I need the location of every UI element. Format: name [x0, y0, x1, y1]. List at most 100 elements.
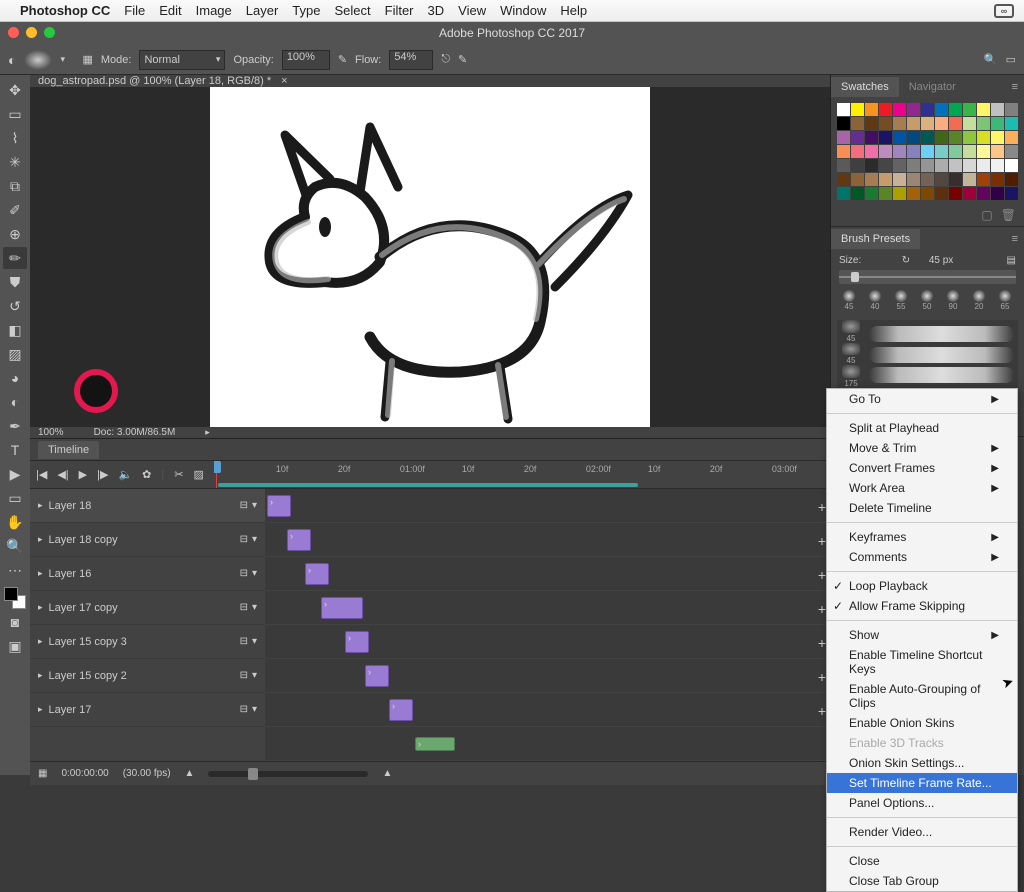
swatch[interactable]: [977, 187, 990, 200]
search-icon[interactable]: 🔍: [984, 53, 998, 66]
brush-tool[interactable]: ✏: [3, 247, 27, 269]
swatch[interactable]: [963, 131, 976, 144]
eyedropper-tool[interactable]: ✐: [3, 199, 27, 221]
blend-mode-select[interactable]: Normal▾: [139, 50, 225, 70]
swatch[interactable]: [837, 117, 850, 130]
swatch[interactable]: [865, 187, 878, 200]
timeline-track[interactable]: +: [265, 625, 830, 659]
timeline-clip[interactable]: [267, 495, 291, 517]
swatch[interactable]: [977, 159, 990, 172]
timeline-clip[interactable]: [389, 699, 413, 721]
timeline-layer-row[interactable]: ▸Layer 15 copy 3⊟▾: [30, 625, 265, 659]
canvas-area[interactable]: [30, 87, 830, 427]
swatch[interactable]: [907, 131, 920, 144]
close-tab-icon[interactable]: ×: [281, 75, 287, 87]
swatch[interactable]: [921, 159, 934, 172]
timeline-context-menu[interactable]: Go To▶Split at PlayheadMove & Trim▶Conve…: [826, 388, 1018, 892]
timeline-zoom-slider[interactable]: [208, 771, 368, 777]
timeline-layer-row[interactable]: ▸Layer 16⊟▾: [30, 557, 265, 591]
first-frame-button[interactable]: |◀: [36, 468, 47, 481]
add-media-button[interactable]: +: [818, 635, 826, 651]
menu-edit[interactable]: Edit: [159, 3, 181, 18]
swatch[interactable]: [991, 159, 1004, 172]
context-menu-item[interactable]: Panel Options...: [827, 793, 1017, 813]
swatch[interactable]: [977, 117, 990, 130]
brush-preset[interactable]: 40: [863, 288, 887, 312]
context-menu-item[interactable]: Comments▶: [827, 547, 1017, 567]
menu-filter[interactable]: Filter: [385, 3, 414, 18]
split-clip-button[interactable]: ✂: [174, 468, 183, 481]
doc-size-info[interactable]: Doc: 3.00M/86.5M: [94, 427, 176, 438]
timeline-layer-row[interactable]: ▸Layer 17 copy⊟▾: [30, 591, 265, 625]
swatch[interactable]: [907, 117, 920, 130]
swatch[interactable]: [949, 173, 962, 186]
swatch[interactable]: [837, 103, 850, 116]
timeline-layer-row[interactable]: ▸Layer 15 copy 2⊟▾: [30, 659, 265, 693]
swatch[interactable]: [893, 145, 906, 158]
swatch[interactable]: [921, 187, 934, 200]
quick-mask-icon[interactable]: ◙: [3, 611, 27, 633]
pen-tool[interactable]: ✒: [3, 415, 27, 437]
add-media-button[interactable]: +: [818, 601, 826, 617]
context-menu-item[interactable]: Onion Skin Settings...: [827, 753, 1017, 773]
screen-mode-icon[interactable]: ▣: [3, 635, 27, 657]
swatch[interactable]: [865, 131, 878, 144]
marquee-tool[interactable]: ▭: [3, 103, 27, 125]
swatch[interactable]: [1005, 173, 1018, 186]
swatch[interactable]: [991, 145, 1004, 158]
audio-clip[interactable]: [415, 737, 455, 751]
swatch[interactable]: [921, 131, 934, 144]
context-menu-item[interactable]: Render Video...: [827, 822, 1017, 842]
minimize-window-button[interactable]: [26, 27, 37, 38]
add-media-button[interactable]: +: [818, 567, 826, 583]
swatch[interactable]: [963, 117, 976, 130]
swatch[interactable]: [991, 131, 1004, 144]
timeline-clip[interactable]: [287, 529, 311, 551]
swatch[interactable]: [949, 117, 962, 130]
swatch[interactable]: [949, 103, 962, 116]
brush-size-slider[interactable]: [839, 270, 1016, 284]
delete-swatch-icon[interactable]: 🗑: [1001, 208, 1016, 222]
context-menu-item[interactable]: Delete Timeline: [827, 498, 1017, 518]
swatch[interactable]: [1005, 159, 1018, 172]
swatch[interactable]: [977, 145, 990, 158]
swatch[interactable]: [1005, 145, 1018, 158]
add-media-button[interactable]: +: [818, 703, 826, 719]
menu-image[interactable]: Image: [196, 3, 232, 18]
timeline-layer-row[interactable]: ▸Layer 18⊟▾: [30, 489, 265, 523]
context-menu-item[interactable]: Work Area▶: [827, 478, 1017, 498]
swatch[interactable]: [837, 131, 850, 144]
swatch[interactable]: [935, 103, 948, 116]
brush-preview-thumb[interactable]: 45: [837, 320, 865, 343]
menu-help[interactable]: Help: [560, 3, 587, 18]
timeline-tracks[interactable]: +++++++: [265, 489, 830, 761]
swatch[interactable]: [949, 131, 962, 144]
brush-preview-thumb[interactable]: 45: [837, 343, 865, 366]
context-menu-item[interactable]: Enable Auto-Grouping of Clips: [827, 679, 1017, 713]
swatch[interactable]: [1005, 187, 1018, 200]
timeline-options-icon[interactable]: ✿: [142, 468, 151, 481]
menu-file[interactable]: File: [124, 3, 145, 18]
swatch[interactable]: [893, 131, 906, 144]
eraser-tool[interactable]: ◧: [3, 319, 27, 341]
swatch[interactable]: [907, 103, 920, 116]
brush-preset[interactable]: 20: [967, 288, 991, 312]
history-brush-tool[interactable]: ↺: [3, 295, 27, 317]
swatch[interactable]: [837, 187, 850, 200]
close-window-button[interactable]: [8, 27, 19, 38]
swatch[interactable]: [977, 173, 990, 186]
brush-preset[interactable]: 45: [837, 288, 861, 312]
swatch[interactable]: [879, 173, 892, 186]
timeline-track[interactable]: +: [265, 591, 830, 625]
swatch[interactable]: [837, 159, 850, 172]
swatch[interactable]: [991, 117, 1004, 130]
timeline-track[interactable]: +: [265, 489, 830, 523]
brush-preview-thumb[interactable]: 175: [837, 365, 865, 388]
context-menu-item[interactable]: Move & Trim▶: [827, 438, 1017, 458]
swatch[interactable]: [879, 145, 892, 158]
swatch[interactable]: [851, 159, 864, 172]
swatch[interactable]: [991, 173, 1004, 186]
context-menu-item[interactable]: Split at Playhead: [827, 418, 1017, 438]
swatch[interactable]: [879, 117, 892, 130]
timeline-layer-row[interactable]: ▸Layer 18 copy⊟▾: [30, 523, 265, 557]
